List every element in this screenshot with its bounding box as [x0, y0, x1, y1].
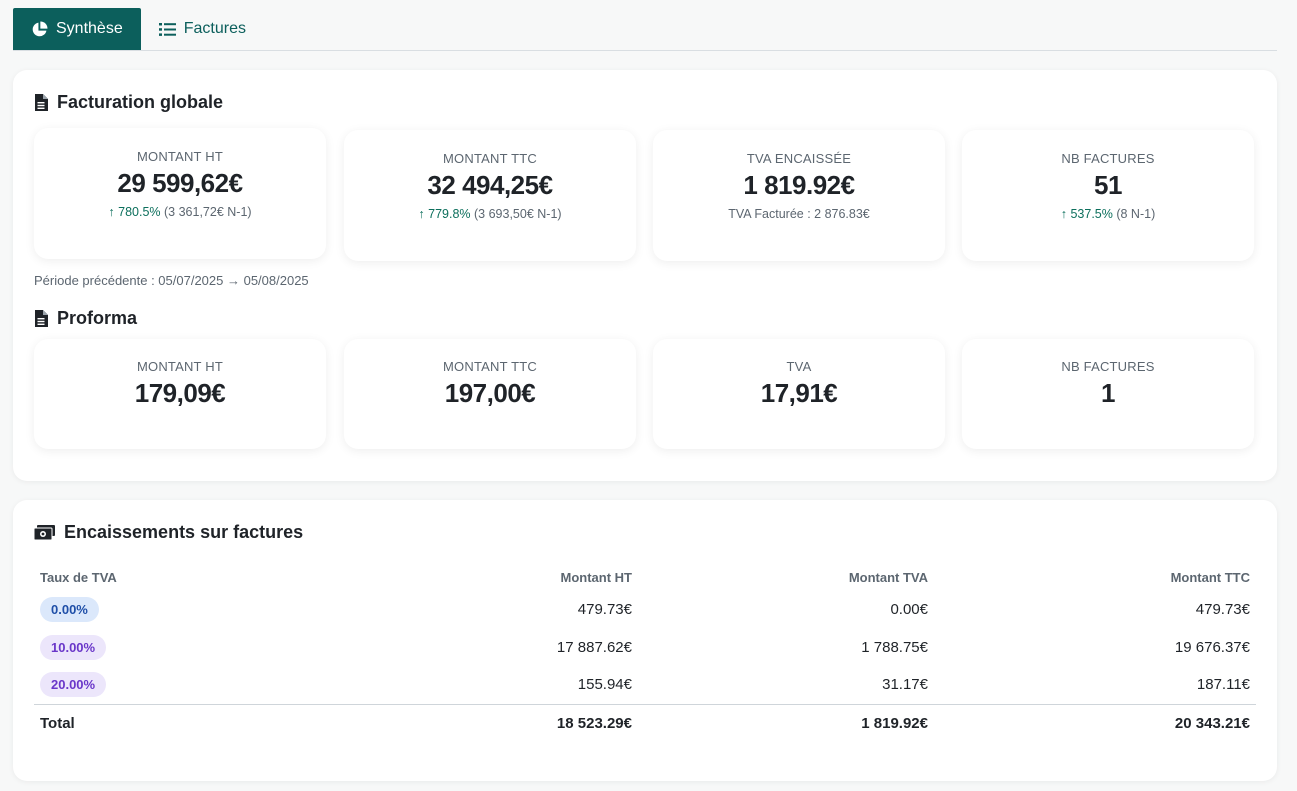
cell-montant-ttc: 187.11€ [1196, 676, 1250, 694]
total-montant-ttc: 20 343.21€ [934, 703, 1256, 742]
table-header-row: Taux de TVA Montant HT Montant TVA Monta… [34, 564, 1256, 590]
kpi-label: MONTANT TTC [443, 359, 537, 374]
encaissements-panel: Encaissements sur factures Taux de TVA M… [13, 500, 1277, 781]
cell-montant-ht: 155.94€ [577, 676, 632, 694]
kpi-card-nb-factures: NB FACTURES 51 ↑ 537.5% (8 N-1) [962, 130, 1254, 261]
previous-value: (3 693,50€ N-1) [474, 207, 562, 221]
kpi-value: 197,00€ [444, 378, 536, 408]
column-header-montant-ht: Montant HT [560, 569, 632, 585]
kpi-label: TVA [786, 359, 812, 374]
proforma-title: Proforma [34, 308, 137, 329]
pie-chart-icon [31, 21, 48, 38]
cell-montant-tva: 1 788.75€ [861, 638, 928, 656]
trend-up: ↑ 780.5% [108, 205, 161, 219]
facturation-title: Facturation globale [34, 92, 223, 113]
table-total-row: Total 18 523.29€ 1 819.92€ 20 343.21€ [34, 703, 1256, 742]
tab-factures[interactable]: Factures [141, 8, 264, 50]
kpi-label: NB FACTURES [1061, 359, 1155, 374]
kpi-change: ↑ 780.5% (3 361,72€ N-1) [34, 205, 326, 219]
kpi-value: 17,91€ [760, 378, 838, 408]
summary-panel: Facturation globale MONTANT HT 29 599,62… [13, 70, 1277, 481]
kpi-card-tva-encaissee: TVA ENCAISSÉE 1 819.92€ TVA Facturée : 2… [653, 130, 945, 261]
proforma-card-montant-ttc: MONTANT TTC 197,00€ [344, 339, 636, 449]
cell-montant-tva: 0.00€ [890, 600, 928, 618]
money-icon [34, 525, 55, 540]
cell-montant-tva: 31.17€ [882, 676, 928, 694]
tab-factures-label: Factures [183, 20, 246, 37]
kpi-value: 179,09€ [134, 378, 226, 408]
tab-synthese-label: Synthèse [56, 20, 123, 37]
tab-bar: Synthèse Factures [13, 8, 1277, 51]
previous-value: (8 N-1) [1116, 207, 1156, 221]
kpi-label: MONTANT TTC [443, 151, 537, 166]
kpi-value: 1 819.92€ [743, 170, 855, 200]
kpi-card-montant-ttc: MONTANT TTC 32 494,25€ ↑ 779.8% (3 693,5… [344, 130, 636, 261]
document-icon [34, 94, 48, 111]
kpi-label: MONTANT HT [136, 359, 223, 374]
kpi-label: TVA ENCAISSÉE [746, 151, 852, 166]
trend-up: ↑ 779.8% [418, 207, 471, 221]
column-header-montant-ttc: Montant TTC [1170, 569, 1250, 585]
table-row: 0.00% 479.73€ 0.00€ 479.73€ [34, 590, 1256, 628]
vat-rate-badge: 0.00% [40, 596, 99, 622]
proforma-card-nb-factures: NB FACTURES 1 [962, 339, 1254, 449]
column-header-montant-tva: Montant TVA [848, 569, 928, 585]
proforma-title-text: Proforma [57, 308, 138, 328]
cell-montant-ht: 479.73€ [577, 600, 632, 618]
kpi-change: ↑ 779.8% (3 693,50€ N-1) [344, 207, 636, 221]
cell-montant-ttc: 479.73€ [1195, 600, 1250, 618]
total-montant-tva: 1 819.92€ [638, 703, 934, 742]
kpi-label: NB FACTURES [1061, 151, 1155, 166]
encaissements-title: Encaissements sur factures [34, 522, 303, 543]
vat-rate-badge: 10.00% [40, 634, 107, 660]
facturation-title-text: Facturation globale [57, 92, 224, 112]
list-icon [158, 22, 176, 37]
kpi-value: 1 [1101, 378, 1115, 408]
column-header-taux: Taux de TVA [40, 569, 117, 585]
trend-up: ↑ 537.5% [1060, 207, 1113, 221]
kpi-change: ↑ 537.5% (8 N-1) [962, 207, 1254, 221]
proforma-card-tva: TVA 17,91€ [653, 339, 945, 449]
document-icon [34, 310, 48, 327]
previous-value: (3 361,72€ N-1) [164, 205, 252, 219]
kpi-value: 32 494,25€ [427, 170, 553, 200]
vat-table: Taux de TVA Montant HT Montant TVA Monta… [34, 564, 1256, 742]
kpi-label: MONTANT HT [136, 149, 223, 164]
kpi-note: TVA Facturée : 2 876.83€ [728, 207, 870, 221]
total-montant-ht: 18 523.29€ [234, 703, 638, 742]
proforma-card-montant-ht: MONTANT HT 179,09€ [34, 339, 326, 449]
kpi-value: 29 599,62€ [117, 168, 243, 198]
vat-rate-badge: 20.00% [40, 672, 107, 698]
table-row: 10.00% 17 887.62€ 1 788.75€ 19 676.37€ [34, 628, 1256, 666]
encaissements-title-text: Encaissements sur factures [64, 522, 304, 542]
kpi-card-montant-ht: MONTANT HT 29 599,62€ ↑ 780.5% (3 361,72… [34, 128, 326, 259]
kpi-value: 51 [1094, 170, 1122, 200]
cell-montant-ht: 17 887.62€ [556, 638, 632, 656]
tab-synthese[interactable]: Synthèse [13, 8, 141, 50]
cell-montant-ttc: 19 676.37€ [1174, 638, 1250, 656]
period-note: Période précédente : 05/07/2025 → 05/08/… [34, 273, 309, 288]
total-label: Total [34, 703, 234, 742]
table-row: 20.00% 155.94€ 31.17€ 187.11€ [34, 666, 1256, 704]
